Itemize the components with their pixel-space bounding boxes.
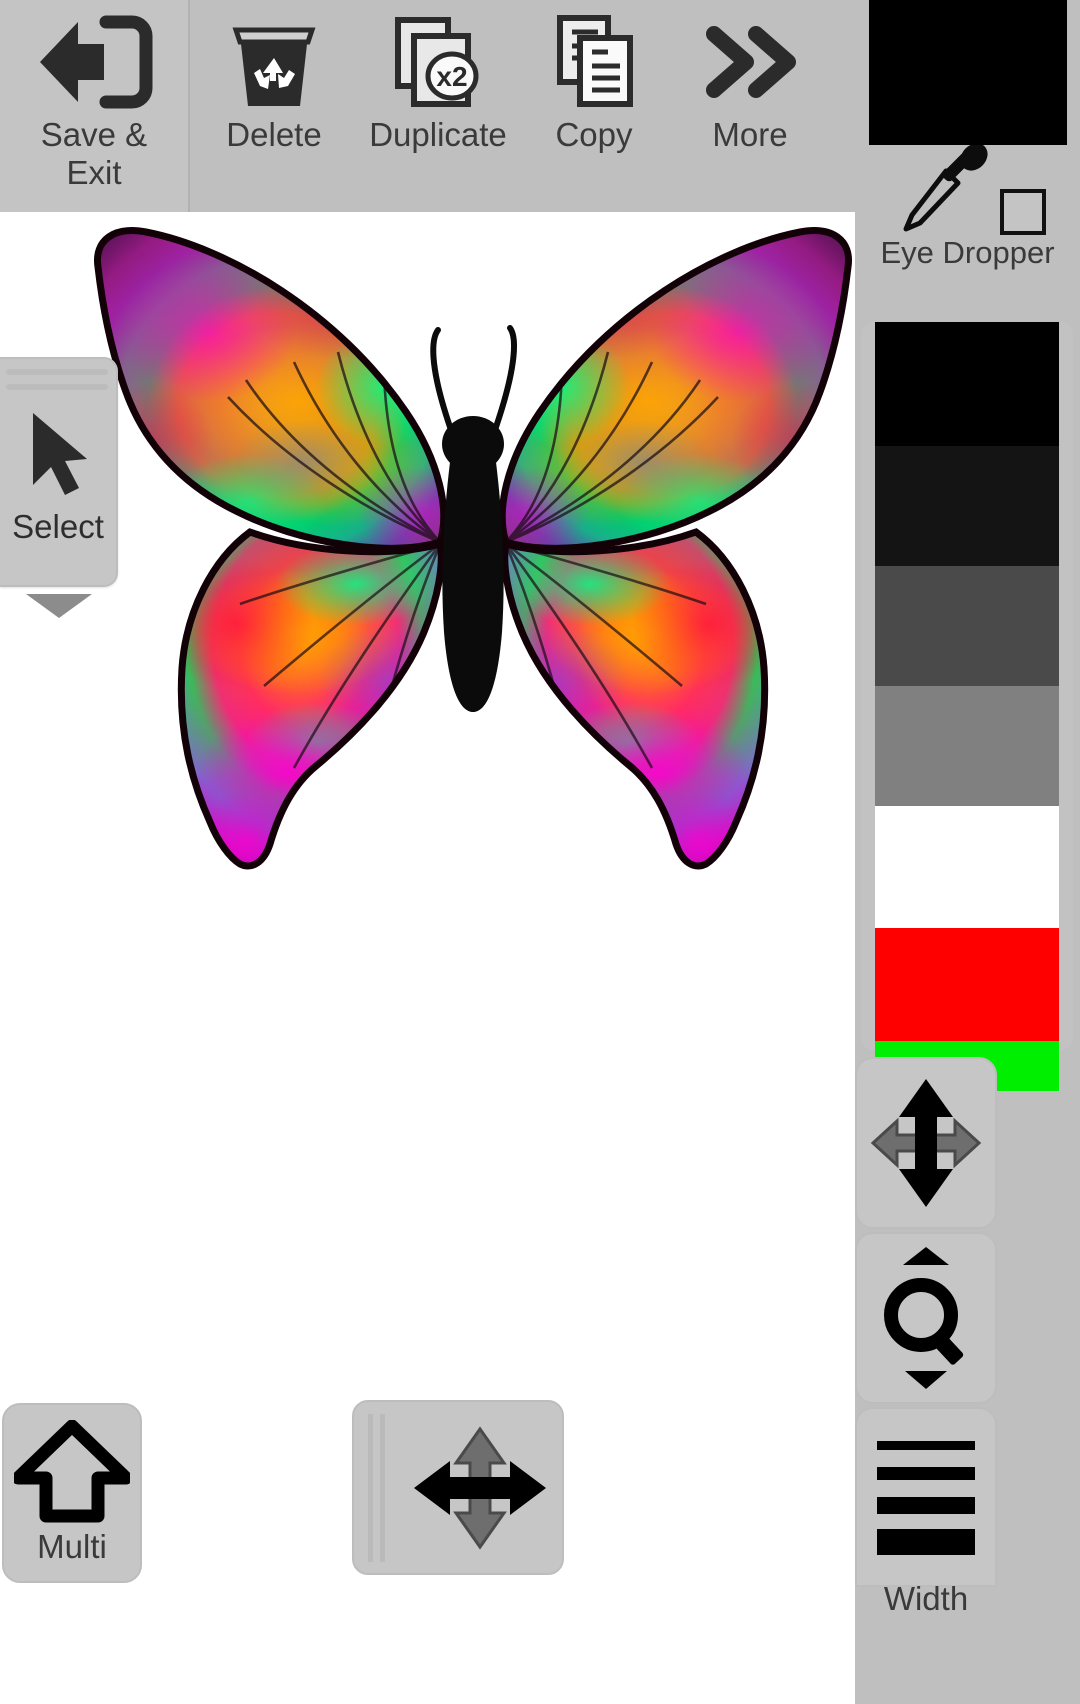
save-and-exit-label: Save & Exit — [40, 116, 148, 191]
color-palette[interactable] — [861, 322, 1073, 1091]
palette-swatch-red[interactable] — [875, 928, 1059, 1041]
move-tool-button[interactable] — [855, 1057, 997, 1229]
move-vertical-icon — [870, 1079, 982, 1207]
eyedropper-picked-swatch — [999, 189, 1046, 235]
zoom-tool-button[interactable] — [855, 1232, 997, 1404]
more-button[interactable]: More — [670, 0, 830, 212]
copy-documents-icon — [548, 12, 640, 112]
palette-swatch-medium-gray[interactable] — [875, 686, 1059, 806]
duplicate-button[interactable]: x2 Duplicate — [358, 0, 518, 212]
copy-button[interactable]: Copy — [518, 0, 670, 212]
select-tool-panel[interactable]: Select — [0, 357, 118, 587]
shift-up-arrow-icon — [14, 1420, 130, 1523]
top-toolbar: Save & Exit Delete x2 Duplicate Copy Mor… — [0, 0, 855, 212]
select-tool-label: Select — [12, 508, 104, 545]
duplicate-x2-icon: x2 — [390, 12, 486, 112]
pan-horizontal-icon — [398, 1423, 562, 1553]
pan-tool-button[interactable] — [352, 1400, 564, 1575]
chevron-down-icon — [26, 594, 92, 618]
right-tool-rail: Eye Dropper Width — [855, 0, 1080, 1704]
trash-recycle-icon — [228, 12, 320, 112]
eye-dropper-label: Eye Dropper — [880, 235, 1055, 270]
svg-text:x2: x2 — [436, 61, 467, 92]
butterfly-artwork[interactable] — [88, 212, 855, 902]
eye-dropper-button[interactable]: Eye Dropper — [855, 145, 1080, 285]
palette-swatch-dark-gray[interactable] — [875, 566, 1059, 686]
exit-arrow-icon — [34, 12, 154, 112]
stroke-width-button[interactable] — [855, 1407, 997, 1587]
magnifier-zoom-icon — [884, 1247, 964, 1389]
current-color-swatch[interactable] — [869, 0, 1067, 145]
multi-select-button[interactable]: Multi — [2, 1403, 142, 1583]
multi-label: Multi — [37, 1528, 107, 1565]
delete-label: Delete — [226, 116, 322, 153]
cursor-arrow-icon — [25, 409, 91, 506]
palette-swatch-near-black[interactable] — [875, 446, 1059, 566]
palette-swatch-white[interactable] — [875, 806, 1059, 928]
select-dropdown-caret[interactable] — [0, 590, 118, 625]
save-and-exit-button[interactable]: Save & Exit — [0, 0, 190, 212]
panel-grip-handle[interactable] — [0, 359, 116, 403]
palette-swatch-black[interactable] — [875, 322, 1059, 446]
more-label: More — [712, 116, 788, 153]
delete-button[interactable]: Delete — [190, 0, 358, 212]
eyedropper-icon — [903, 145, 988, 232]
stroke-width-label: Width — [883, 1580, 969, 1617]
duplicate-label: Duplicate — [369, 116, 507, 153]
double-chevron-right-icon — [698, 12, 802, 112]
pan-grip-handle[interactable] — [354, 1402, 398, 1573]
drawing-editor-app: Save & Exit Delete x2 Duplicate Copy Mor… — [0, 0, 1080, 1704]
stroke-width-lines-icon — [877, 1441, 975, 1555]
copy-label: Copy — [555, 116, 633, 153]
